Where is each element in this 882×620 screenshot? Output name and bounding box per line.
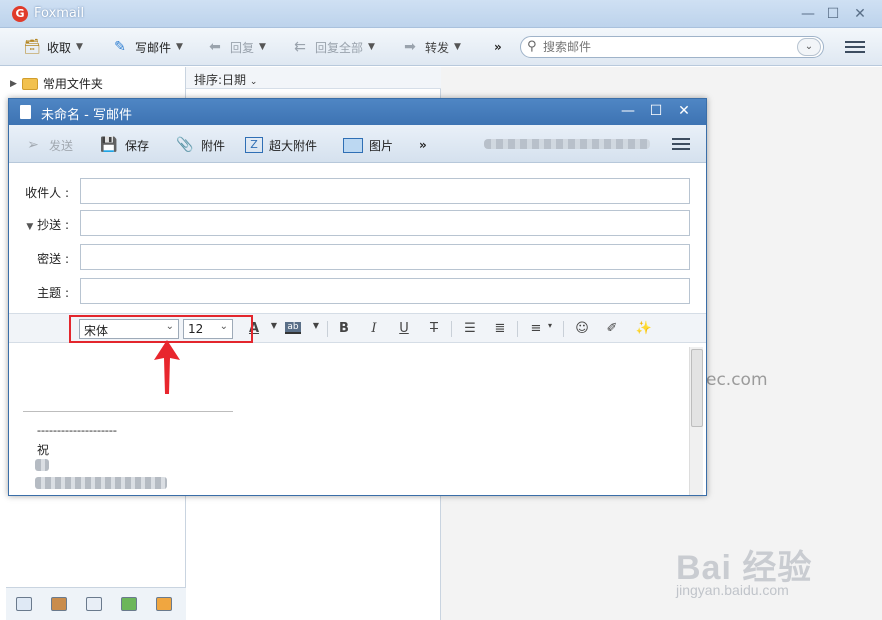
chevron-down-icon[interactable]: ▼ xyxy=(259,42,266,52)
close-icon[interactable]: ✕ xyxy=(675,102,693,120)
document-icon xyxy=(20,105,31,119)
main-title-bar: G Foxmail — ☐ ✕ xyxy=(0,0,882,28)
sender-account-selector[interactable] xyxy=(484,139,650,149)
bcc-field[interactable] xyxy=(80,244,690,270)
blurred-text xyxy=(35,459,49,471)
to-label: 收件人 : xyxy=(25,186,69,200)
reply-all-button[interactable]: ⇇ 回复全部 ▼ xyxy=(290,37,375,57)
toolbar-divider xyxy=(327,321,328,337)
signature-dashes: -------------------- xyxy=(37,423,117,437)
chevron-down-icon[interactable]: ▾ xyxy=(541,321,559,330)
blurred-text xyxy=(35,477,167,489)
toolbar-divider xyxy=(563,321,564,337)
compose-button[interactable]: ✎ 写邮件 ▼ xyxy=(110,37,183,57)
minimize-icon[interactable]: — xyxy=(619,102,637,120)
chevron-down-icon[interactable]: ▼ xyxy=(76,42,83,52)
compose-window: 未命名 - 写邮件 — ☐ ✕ ➢ 发送 💾 保存 📎 附件 Z 超大附件 图片… xyxy=(8,98,707,496)
chevron-down-icon[interactable]: ▼ xyxy=(307,321,325,330)
to-field[interactable] xyxy=(80,178,690,204)
highlight-color-icon[interactable]: ab xyxy=(285,322,301,334)
paperclip-icon: 📎 xyxy=(176,137,194,153)
numbered-list-icon[interactable]: ≣ xyxy=(491,321,509,336)
search-input[interactable] xyxy=(543,39,793,55)
main-menu-icon[interactable] xyxy=(845,38,865,56)
insert-image-button[interactable]: 图片 xyxy=(343,135,393,155)
save-button[interactable]: 💾 保存 xyxy=(99,135,149,155)
chevron-down-icon[interactable]: ▼ xyxy=(454,42,461,52)
inbox-tray-icon: 🗃 xyxy=(23,39,41,55)
toolbar-divider xyxy=(517,321,518,337)
cc-label[interactable]: ▼ 抄送 : xyxy=(9,216,69,233)
forward-button[interactable]: ➡ 转发 ▼ xyxy=(400,37,461,57)
folder-icon xyxy=(21,77,38,90)
feather-pen-icon: ✎ xyxy=(114,39,126,55)
attach-button[interactable]: 📎 附件 xyxy=(175,135,225,155)
mail-module-icon[interactable] xyxy=(16,597,32,611)
maximize-icon[interactable]: ☐ xyxy=(647,102,665,120)
annotation-arrow-icon xyxy=(154,340,180,394)
reply-button[interactable]: ⬅ 回复 ▼ xyxy=(205,37,266,57)
italic-icon[interactable]: I xyxy=(365,321,383,336)
search-box: ⚲ ⌄ xyxy=(520,36,824,58)
sort-bar: 排序:日期 ⌄ xyxy=(186,67,441,89)
font-controls-highlight xyxy=(69,315,253,343)
underline-icon[interactable]: U xyxy=(395,321,413,336)
magic-wand-icon[interactable]: ✨ xyxy=(635,321,653,336)
floppy-disk-icon: 💾 xyxy=(100,137,118,153)
compose-title: 未命名 - 写邮件 xyxy=(41,108,132,123)
paper-plane-icon: ➢ xyxy=(27,137,39,153)
sort-dropdown[interactable]: 排序:日期 ⌄ xyxy=(194,71,257,88)
emoji-icon[interactable]: ☺ xyxy=(573,321,591,336)
scrollbar-thumb[interactable] xyxy=(691,349,703,427)
cc-field[interactable] xyxy=(80,210,690,236)
folder-item-common[interactable]: ▶ 常用文件夹 xyxy=(10,75,103,92)
chevron-down-icon[interactable]: ▼ xyxy=(176,42,183,52)
large-attach-button[interactable]: Z 超大附件 xyxy=(245,135,317,155)
bold-icon[interactable]: B xyxy=(335,321,353,336)
body-scrollbar[interactable] xyxy=(689,347,703,495)
send-button[interactable]: ➢ 发送 xyxy=(23,135,73,155)
close-icon[interactable]: ✕ xyxy=(850,5,870,23)
compose-menu-icon[interactable] xyxy=(672,135,690,153)
chevron-right-icon[interactable]: ▶ xyxy=(10,79,17,89)
calendar-module-icon[interactable] xyxy=(86,597,102,611)
notes-module-icon[interactable] xyxy=(121,597,137,611)
compose-toolbar: ➢ 发送 💾 保存 📎 附件 Z 超大附件 图片 » xyxy=(9,125,706,163)
strikethrough-icon[interactable]: T xyxy=(425,321,443,336)
reply-all-arrow-icon: ⇇ xyxy=(294,39,306,55)
module-switch-bar xyxy=(6,587,186,620)
more-button[interactable]: » xyxy=(494,37,502,57)
subject-field[interactable] xyxy=(80,278,690,304)
compose-title-bar: 未命名 - 写邮件 — ☐ ✕ xyxy=(9,99,706,125)
chevron-down-icon: ⌄ xyxy=(249,77,258,87)
search-icon: ⚲ xyxy=(527,39,537,54)
more-button[interactable]: » xyxy=(419,135,427,155)
app-title: Foxmail xyxy=(34,6,85,21)
format-painter-icon[interactable]: ✐ xyxy=(603,321,621,336)
maximize-icon[interactable]: ☐ xyxy=(823,5,843,23)
baidu-jingyan-watermark: Bai 经验 jingyan.baidu.com xyxy=(676,549,813,598)
search-options-dropdown-icon[interactable]: ⌄ xyxy=(797,38,821,56)
reading-pane-text: ec.com xyxy=(706,370,768,390)
subject-label: 主题 : xyxy=(37,286,69,300)
signature-greeting: 祝 xyxy=(37,443,50,457)
bcc-label: 密送 : xyxy=(37,252,69,266)
bullet-list-icon[interactable]: ☰ xyxy=(461,321,479,336)
receive-button[interactable]: 🗃 收取 ▼ xyxy=(22,37,83,57)
forward-arrow-icon: ➡ xyxy=(404,39,416,55)
contacts-module-icon[interactable] xyxy=(51,597,67,611)
image-icon xyxy=(343,137,363,153)
triangle-down-icon: ▼ xyxy=(26,222,34,232)
foxmail-logo-icon: G xyxy=(12,6,28,22)
chevron-down-icon[interactable]: ▼ xyxy=(368,42,375,52)
reply-arrow-icon: ⬅ xyxy=(209,39,221,55)
minimize-icon[interactable]: — xyxy=(798,5,818,23)
chevron-down-icon[interactable]: ▼ xyxy=(265,321,283,330)
signature-divider xyxy=(23,411,233,412)
large-attachment-icon: Z xyxy=(245,137,263,153)
message-body-editor[interactable]: -------------------- 祝 xyxy=(13,345,687,495)
rss-module-icon[interactable] xyxy=(156,597,172,611)
toolbar-divider xyxy=(451,321,452,337)
